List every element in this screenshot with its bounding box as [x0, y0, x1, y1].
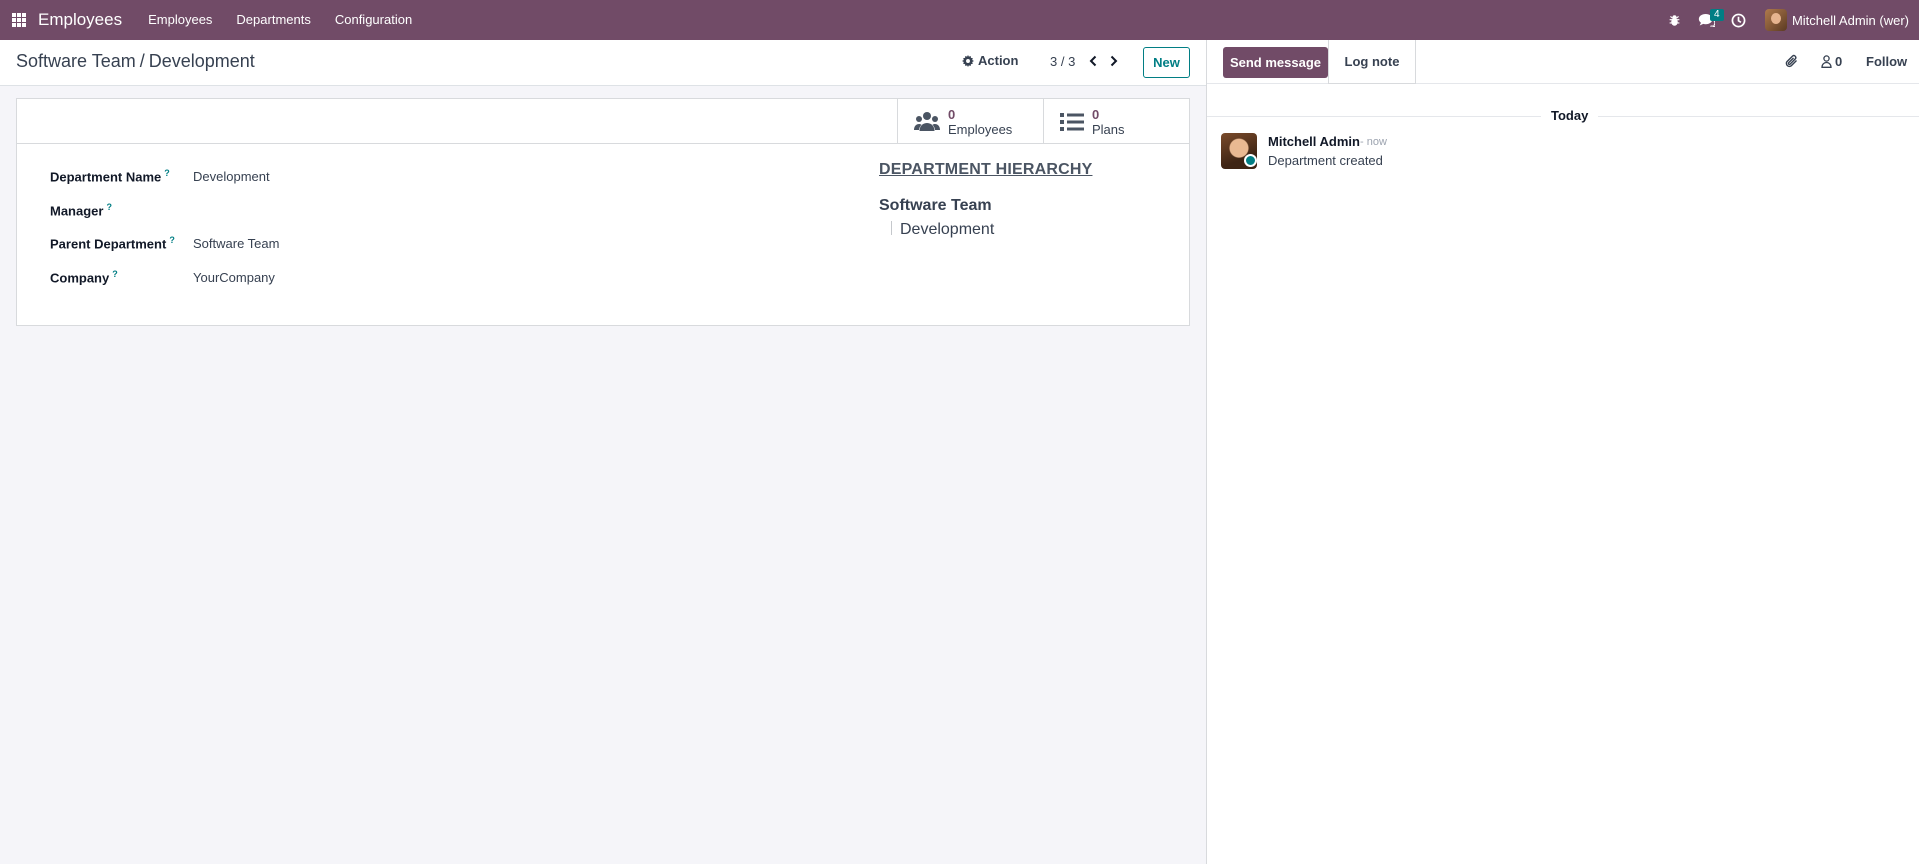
breadcrumb: Software Team / Development	[16, 51, 255, 72]
followers-button[interactable]: 0	[1821, 54, 1842, 69]
date-separator-label: Today	[1541, 108, 1599, 123]
follow-button[interactable]: Follow	[1866, 54, 1907, 69]
department-name-field[interactable]: Development	[193, 169, 270, 184]
user-avatar	[1764, 9, 1787, 31]
users-icon	[914, 111, 940, 133]
hierarchy-parent[interactable]: Software Team	[879, 197, 992, 215]
menu-departments[interactable]: Departments	[224, 0, 322, 40]
chevron-right-icon	[1110, 55, 1118, 67]
message-body: Department created	[1268, 153, 1383, 168]
menu-configuration[interactable]: Configuration	[323, 0, 424, 40]
hierarchy-child[interactable]: Development	[900, 221, 994, 239]
app-name[interactable]: Employees	[38, 10, 122, 30]
help-tooltip-icon[interactable]: ?	[106, 202, 112, 212]
department-name-label: Department Name?	[50, 168, 170, 185]
action-label: Action	[978, 53, 1019, 68]
plans-stat-button[interactable]: 0 Plans	[1043, 99, 1189, 144]
help-tooltip-icon[interactable]: ?	[169, 235, 175, 245]
help-tooltip-icon[interactable]: ?	[164, 168, 170, 178]
manager-label: Manager?	[50, 202, 112, 219]
paperclip-icon[interactable]	[1785, 53, 1799, 72]
department-hierarchy-title: DEPARTMENT HIERARCHY	[879, 161, 1093, 178]
list-icon	[1060, 112, 1084, 132]
gear-icon	[962, 54, 974, 67]
send-message-button[interactable]: Send message	[1223, 47, 1328, 78]
pager-previous-button[interactable]	[1084, 52, 1102, 70]
hierarchy-connector	[891, 221, 892, 235]
messaging-icon[interactable]: 4	[1691, 0, 1724, 40]
chevron-left-icon	[1089, 55, 1097, 67]
plans-stat-label: Plans	[1092, 121, 1125, 137]
manager-field[interactable]	[193, 203, 493, 219]
user-menu[interactable]: Mitchell Admin (wer)	[1764, 9, 1909, 31]
debug-bug-icon[interactable]	[1659, 0, 1691, 40]
date-separator: Today	[1207, 106, 1919, 126]
menu-employees[interactable]: Employees	[136, 0, 224, 40]
employees-stat-button[interactable]: 0 Employees	[897, 99, 1043, 144]
chatter-topbar: Send message Log note 0 Follow	[1207, 40, 1919, 84]
plans-count: 0	[1092, 106, 1100, 122]
breadcrumb-current: Development	[148, 51, 255, 71]
breadcrumb-separator: /	[139, 51, 145, 71]
chatter-panel: Send message Log note 0 Follow Today Mit…	[1206, 40, 1919, 864]
action-button[interactable]: Action	[962, 53, 1018, 68]
parent-department-label: Parent Department?	[50, 235, 175, 252]
company-label: Company?	[50, 269, 118, 286]
pager-value[interactable]: 3 / 3	[1050, 54, 1075, 69]
control-panel: Software Team / Development Action 3 / 3 N…	[0, 40, 1206, 86]
pager-next-button[interactable]	[1105, 52, 1123, 70]
user-name: Mitchell Admin (wer)	[1791, 12, 1909, 28]
log-note-button[interactable]: Log note	[1328, 40, 1416, 84]
company-field[interactable]: YourCompany	[193, 270, 275, 285]
activity-clock-icon[interactable]	[1723, 0, 1755, 40]
top-navbar: Employees Employees Departments Configur…	[0, 0, 1919, 40]
user-icon	[1821, 55, 1832, 68]
app-menu-icon[interactable]	[0, 0, 38, 40]
message-time: - now	[1360, 136, 1387, 148]
employees-count: 0	[948, 106, 956, 122]
messages-badge: 4	[1709, 9, 1724, 21]
parent-department-field[interactable]: Software Team	[193, 236, 279, 251]
breadcrumb-parent[interactable]: Software Team	[16, 51, 136, 71]
form-sheet: 0 Employees 0 Plans Department Name? Dev…	[16, 98, 1190, 326]
button-box: 0 Employees 0 Plans	[17, 99, 1189, 144]
help-tooltip-icon[interactable]: ?	[112, 269, 118, 279]
employees-stat-label: Employees	[948, 121, 1013, 137]
online-status-icon	[1244, 154, 1257, 167]
message-author[interactable]: Mitchell Admin	[1268, 134, 1360, 149]
followers-count: 0	[1835, 54, 1843, 69]
new-button[interactable]: New	[1143, 47, 1190, 78]
